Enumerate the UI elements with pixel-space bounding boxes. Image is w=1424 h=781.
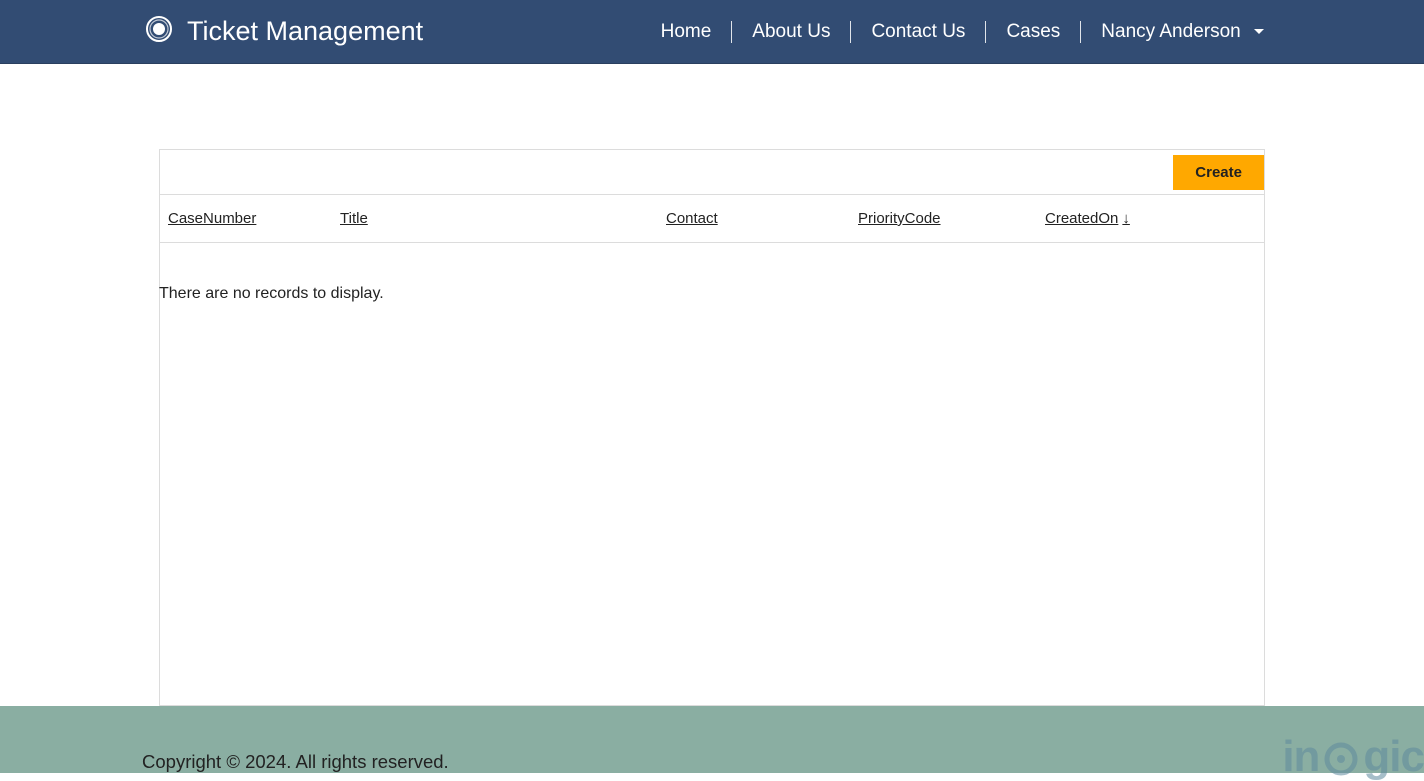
main-content: Create CaseNumber Title Contact Priority… [0, 64, 1424, 706]
app-header: Ticket Management Home About Us Contact … [0, 0, 1424, 64]
panel-toolbar: Create [160, 150, 1264, 195]
nav-contact-us[interactable]: Contact Us [851, 21, 985, 43]
nav-about-us[interactable]: About Us [732, 21, 850, 43]
sort-desc-icon: ↓ [1122, 210, 1130, 227]
table-header-row: CaseNumber Title Contact PriorityCode Cr… [160, 195, 1264, 243]
chevron-down-icon [1254, 29, 1264, 34]
column-header-contact[interactable]: Contact [666, 210, 718, 227]
column-header-title[interactable]: Title [340, 210, 368, 227]
watermark-logo: in gic [1282, 735, 1424, 779]
column-header-prioritycode[interactable]: PriorityCode [858, 210, 941, 227]
logo-icon [145, 15, 173, 48]
nav-home[interactable]: Home [641, 21, 732, 43]
column-header-createdon-label: CreatedOn [1045, 210, 1118, 227]
column-header-casenumber[interactable]: CaseNumber [168, 210, 256, 227]
primary-nav: Home About Us Contact Us Cases Nancy And… [641, 21, 1284, 43]
brand: Ticket Management [145, 15, 423, 48]
column-header-createdon[interactable]: CreatedOn↓ [1045, 210, 1130, 227]
empty-state-message: There are no records to display. [159, 285, 1263, 303]
copyright-text: Copyright © 2024. All rights reserved. [142, 751, 449, 773]
empty-state: There are no records to display. [160, 243, 1264, 333]
user-name-label: Nancy Anderson [1101, 21, 1240, 42]
nav-user-menu[interactable]: Nancy Anderson [1081, 21, 1284, 43]
footer: Copyright © 2024. All rights reserved. i… [0, 706, 1424, 773]
nav-cases[interactable]: Cases [986, 21, 1080, 43]
app-title: Ticket Management [187, 16, 423, 47]
create-button[interactable]: Create [1173, 155, 1264, 190]
cases-panel: Create CaseNumber Title Contact Priority… [159, 149, 1265, 706]
